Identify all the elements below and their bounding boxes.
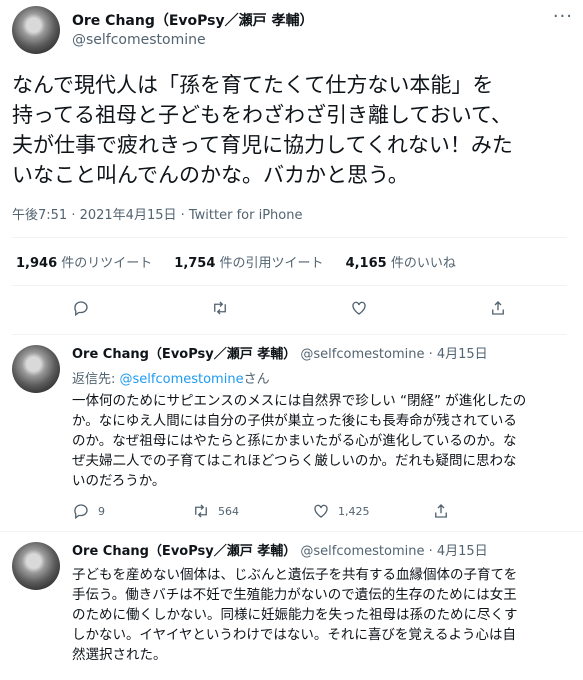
more-icon[interactable]: ···: [553, 6, 573, 27]
share-icon: [435, 504, 447, 518]
tweet-timestamp[interactable]: 午後7:51 · 2021年4月15日 · Twitter for iPhone: [12, 200, 567, 238]
reply-actions: 9 564 1,425: [72, 491, 567, 531]
quotes-stat[interactable]: 1,754 件の引用ツイート: [174, 252, 323, 271]
reply-tweet[interactable]: Ore Chang（EvoPsy／瀬戸 孝輔） @selfcomestomine…: [0, 532, 583, 665]
reply-count: 9: [98, 504, 105, 518]
reply-text: 一体何のためにサピエンスのメスには自然界で珍しい “閉経” が進化したの か。な…: [72, 393, 527, 489]
reply-text: 子どもを産めない個体は、じぶんと遺伝子を共有する血縁個体の子育てを 手伝う。働き…: [72, 567, 518, 663]
reply-icon[interactable]: [72, 299, 90, 321]
reply-tweet[interactable]: Ore Chang（EvoPsy／瀬戸 孝輔） @selfcomestomine…: [0, 335, 583, 532]
quotes-count: 1,754: [174, 256, 216, 271]
avatar[interactable]: [12, 6, 60, 54]
main-tweet: Ore Chang（EvoPsy／瀬戸 孝輔） @selfcomestomine…: [0, 0, 583, 335]
reply-date[interactable]: · 4月15日: [429, 544, 488, 559]
user-handle[interactable]: @selfcomestomine: [300, 544, 424, 559]
reply-action[interactable]: 9: [72, 502, 192, 520]
reply-to-prefix: 返信先:: [72, 372, 120, 387]
reply-to: 返信先: @selfcomestomineさん: [72, 368, 567, 387]
tweet-text: なんで現代人は「孫を育てたくて仕方ない本能」を 持ってる祖母と子どもをわざわざ引…: [12, 73, 513, 187]
tweet-stats: 1,946 件のリツイート 1,754 件の引用ツイート 4,165 件のいいね: [12, 238, 567, 286]
tweet-author[interactable]: Ore Chang（EvoPsy／瀬戸 孝輔） @selfcomestomine: [12, 0, 567, 56]
avatar[interactable]: [12, 542, 60, 590]
tweet-actions: [12, 286, 567, 335]
reply-to-suffix: さん: [243, 372, 270, 387]
like-count: 1,425: [338, 504, 370, 518]
reply-to-handle[interactable]: @selfcomestomine: [120, 372, 244, 387]
retweets-stat[interactable]: 1,946 件のリツイート: [16, 252, 152, 271]
quotes-label: 件の引用ツイート: [219, 256, 324, 271]
avatar[interactable]: [12, 345, 60, 393]
reply-header: Ore Chang（EvoPsy／瀬戸 孝輔） @selfcomestomine…: [72, 345, 567, 364]
user-handle[interactable]: @selfcomestomine: [72, 31, 314, 49]
display-name[interactable]: Ore Chang（EvoPsy／瀬戸 孝輔）: [72, 347, 296, 362]
retweet-icon[interactable]: [211, 299, 229, 321]
display-name[interactable]: Ore Chang（EvoPsy／瀬戸 孝輔）: [72, 12, 314, 31]
share-icon[interactable]: [489, 299, 507, 321]
display-name[interactable]: Ore Chang（EvoPsy／瀬戸 孝輔）: [72, 544, 296, 559]
likes-count: 4,165: [345, 256, 387, 271]
like-action[interactable]: 1,425: [312, 502, 432, 520]
retweets-label: 件のリツイート: [61, 256, 153, 271]
reply-icon: [74, 504, 88, 520]
share-action[interactable]: [432, 502, 450, 520]
likes-stat[interactable]: 4,165 件のいいね: [346, 252, 456, 271]
likes-label: 件のいいね: [390, 256, 456, 271]
retweet-action[interactable]: 564: [192, 502, 312, 520]
like-icon[interactable]: [350, 299, 368, 321]
retweet-icon: [195, 504, 207, 518]
user-handle[interactable]: @selfcomestomine: [300, 347, 424, 362]
like-icon: [314, 504, 328, 518]
reply-header: Ore Chang（EvoPsy／瀬戸 孝輔） @selfcomestomine…: [72, 542, 567, 561]
retweet-count: 564: [218, 504, 239, 518]
retweets-count: 1,946: [16, 256, 58, 271]
reply-date[interactable]: · 4月15日: [429, 347, 488, 362]
